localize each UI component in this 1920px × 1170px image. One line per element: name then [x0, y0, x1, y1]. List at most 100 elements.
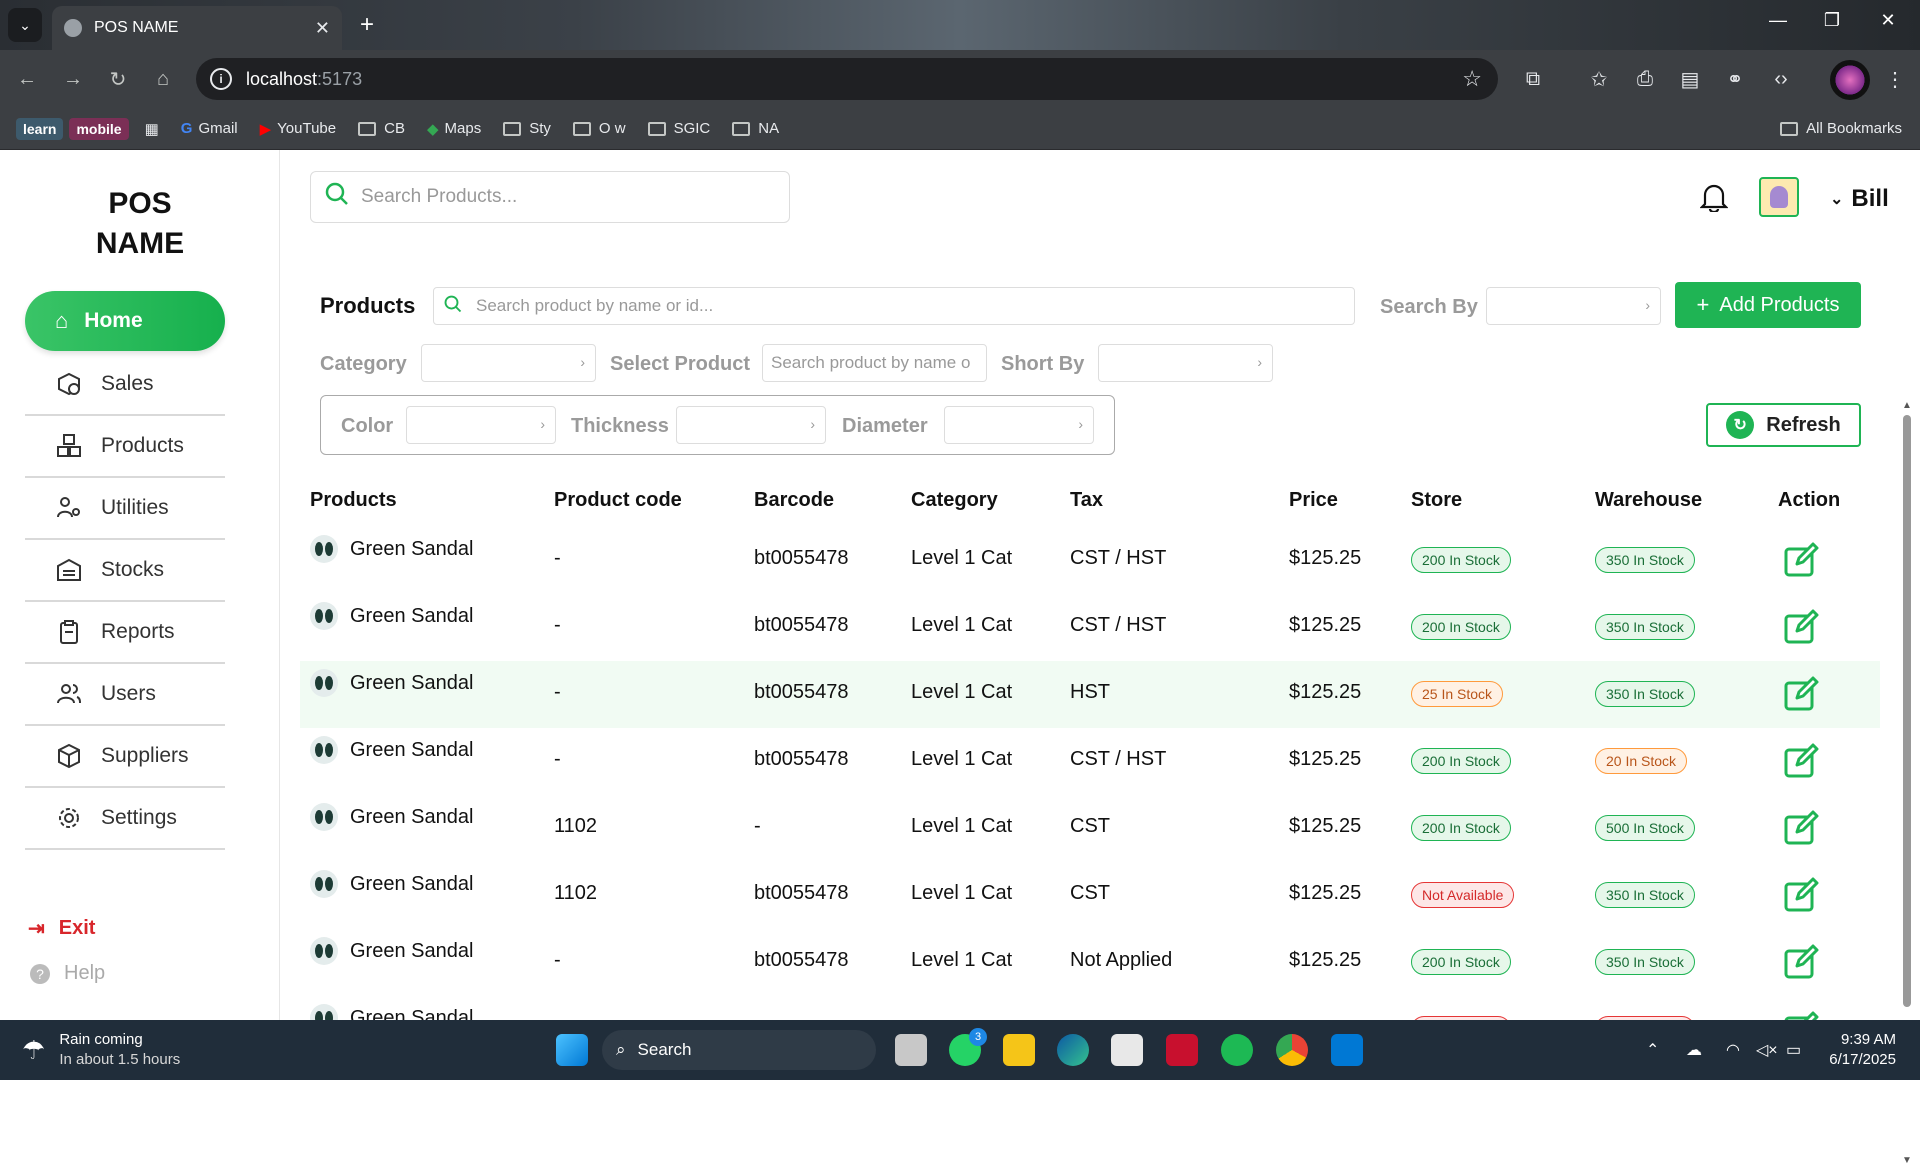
taskbar-search[interactable]: ⌕ Search	[602, 1030, 876, 1070]
reader-icon[interactable]: ▤	[1675, 64, 1705, 94]
windows-start-icon[interactable]	[556, 1034, 588, 1066]
sidebar-item-stocks[interactable]: Stocks	[25, 540, 225, 602]
select-product-input[interactable]: Search product by name o	[762, 344, 987, 382]
bookmark-gmail[interactable]: G Gmail	[181, 120, 238, 137]
weather-widget[interactable]: ☂ Rain coming In about 1.5 hours	[22, 1030, 180, 1070]
edit-icon[interactable]	[1782, 1010, 1820, 1020]
code-icon[interactable]: ‹›	[1766, 64, 1796, 94]
sidebar-item-suppliers[interactable]: Suppliers	[25, 726, 225, 788]
window-close-icon[interactable]: ✕	[1868, 10, 1908, 31]
minimize-icon[interactable]: —	[1758, 10, 1798, 31]
table-row[interactable]: Green Sandal - bt0055478 Level 1 Cat CST / H…	[300, 527, 1880, 594]
wifi-icon[interactable]: ◠	[1726, 1040, 1740, 1060]
global-search-input[interactable]: Search Products...	[310, 171, 790, 223]
edit-icon[interactable]	[1782, 943, 1820, 981]
product-search-input[interactable]: Search product by name or id...	[433, 287, 1355, 325]
edit-icon[interactable]	[1782, 541, 1820, 579]
bookmark-learn[interactable]: learn	[16, 117, 64, 140]
sidebar-item-products[interactable]: Products	[25, 416, 225, 478]
exit-button[interactable]: ⇥ Exit	[28, 916, 95, 941]
sidebar-item-utilities[interactable]: Utilities	[25, 478, 225, 540]
table-row[interactable]: Green Sandal 1102 bt0055478 Level 1 Cat CST $…	[300, 862, 1880, 929]
bookmark-mobile[interactable]: mobile	[69, 117, 129, 140]
diameter-select[interactable]: ›	[944, 406, 1094, 444]
link-icon[interactable]: ⚭	[1720, 64, 1750, 94]
whatsapp-icon[interactable]: 3	[949, 1028, 987, 1066]
table-row[interactable]: Green Sandal - bt0055478 Level 1 Cat CST / H…	[300, 594, 1880, 661]
edit-icon[interactable]	[1782, 809, 1820, 847]
close-icon[interactable]: ✕	[315, 18, 330, 39]
battery-icon[interactable]: ▭	[1786, 1040, 1801, 1060]
new-tab-button[interactable]: +	[352, 10, 382, 40]
table-row[interactable]: Green Sandal - bt0055478 Level 1 Cat Not App…	[300, 929, 1880, 996]
vscode-icon[interactable]	[1331, 1034, 1363, 1066]
bookmark-na[interactable]: NA	[732, 120, 779, 137]
windows-taskbar: ☂ Rain coming In about 1.5 hours ⌕ Searc…	[0, 1020, 1920, 1080]
tray-chevron-icon[interactable]: ⌃	[1646, 1040, 1659, 1060]
sidebar-item-settings[interactable]: Settings	[25, 788, 225, 850]
scroll-up-icon[interactable]: ▲	[1902, 400, 1912, 411]
scroll-down-icon[interactable]: ▼	[1902, 1155, 1912, 1166]
favorites-icon[interactable]: ✩	[1584, 64, 1614, 94]
search-by-select[interactable]: ›	[1486, 287, 1661, 325]
chevron-right-icon: ›	[540, 416, 545, 432]
thickness-select[interactable]: ›	[676, 406, 826, 444]
edit-icon[interactable]	[1782, 675, 1820, 713]
profile-avatar[interactable]	[1830, 60, 1870, 100]
table-row[interactable]: Green Sandal 1102 - Level 1 Cat CST $125.25 20…	[300, 795, 1880, 862]
scrollbar-thumb[interactable]	[1903, 415, 1911, 1007]
sidebar-item-reports[interactable]: Reports	[25, 602, 225, 664]
table-row[interactable]: Green Sandal - bt0055478 Level 1 Cat HST $125…	[300, 661, 1880, 728]
bookmark-cb[interactable]: CB	[358, 120, 405, 137]
home-icon[interactable]: ⌂	[148, 64, 178, 94]
back-icon[interactable]: ←	[12, 64, 42, 94]
tab-list-button[interactable]: ⌄	[8, 8, 42, 42]
edit-icon[interactable]	[1782, 608, 1820, 646]
category-select[interactable]: ›	[421, 344, 596, 382]
table-row[interactable]: Green Sandal	[300, 996, 1880, 1020]
boxes-icon	[55, 432, 83, 460]
spotify-icon[interactable]	[1221, 1034, 1253, 1066]
volume-mute-icon[interactable]: ◁×	[1756, 1040, 1778, 1060]
edit-icon[interactable]	[1782, 876, 1820, 914]
apps-icon[interactable]: ▦	[145, 120, 159, 138]
reload-icon[interactable]: ↻	[103, 64, 133, 94]
bookmark-youtube[interactable]: ▶ YouTube	[260, 120, 337, 138]
sidebar-item-users[interactable]: Users	[25, 664, 225, 726]
mcafee-icon[interactable]	[1166, 1034, 1198, 1066]
menu-icon[interactable]: ⋮	[1880, 64, 1910, 94]
site-info-icon[interactable]: i	[210, 68, 232, 90]
sort-by-select[interactable]: ›	[1098, 344, 1273, 382]
help-link[interactable]: ? Help	[30, 962, 105, 985]
store-icon[interactable]	[1111, 1034, 1143, 1066]
edge-icon[interactable]	[1057, 1034, 1089, 1066]
edit-icon[interactable]	[1782, 742, 1820, 780]
table-row[interactable]: Green Sandal - bt0055478 Level 1 Cat CST / H…	[300, 728, 1880, 795]
extensions-icon[interactable]: ⧉	[1518, 64, 1548, 94]
address-bar[interactable]: i localhost :5173 ☆	[196, 58, 1498, 100]
color-select[interactable]: ›	[406, 406, 556, 444]
user-menu[interactable]: ⌄ Bill	[1830, 185, 1889, 213]
chrome-icon[interactable]	[1276, 1034, 1308, 1066]
add-products-button[interactable]: + Add Products	[1675, 282, 1861, 328]
bookmark-sty[interactable]: Sty	[503, 120, 551, 137]
bookmark-maps[interactable]: ◆ Maps	[427, 120, 481, 138]
bookmark-ow[interactable]: O w	[572, 120, 626, 137]
barcode-cell: bt0055478	[754, 882, 849, 904]
system-clock[interactable]: 9:39 AM 6/17/2025	[1826, 1030, 1896, 1070]
refresh-button[interactable]: ↻ Refresh	[1706, 403, 1861, 447]
print-icon[interactable]: ⎙	[1630, 64, 1660, 94]
sidebar-item-home[interactable]: ⌂ Home	[25, 291, 225, 351]
task-view-icon[interactable]	[895, 1034, 927, 1066]
forward-icon[interactable]: →	[58, 64, 88, 94]
restore-icon[interactable]: ❐	[1812, 10, 1852, 31]
all-bookmarks[interactable]: All Bookmarks	[1780, 120, 1902, 137]
notification-bell-icon[interactable]	[1699, 182, 1729, 219]
sidebar-item-sales[interactable]: Sales	[25, 354, 225, 416]
bookmark-star-icon[interactable]: ☆	[1462, 66, 1482, 92]
browser-tab[interactable]: POS NAME ✕	[52, 6, 342, 50]
file-explorer-icon[interactable]	[1003, 1034, 1035, 1066]
bookmark-sgic[interactable]: SGIC	[647, 120, 710, 137]
user-avatar[interactable]	[1759, 177, 1799, 217]
onedrive-icon[interactable]: ☁	[1686, 1040, 1702, 1060]
